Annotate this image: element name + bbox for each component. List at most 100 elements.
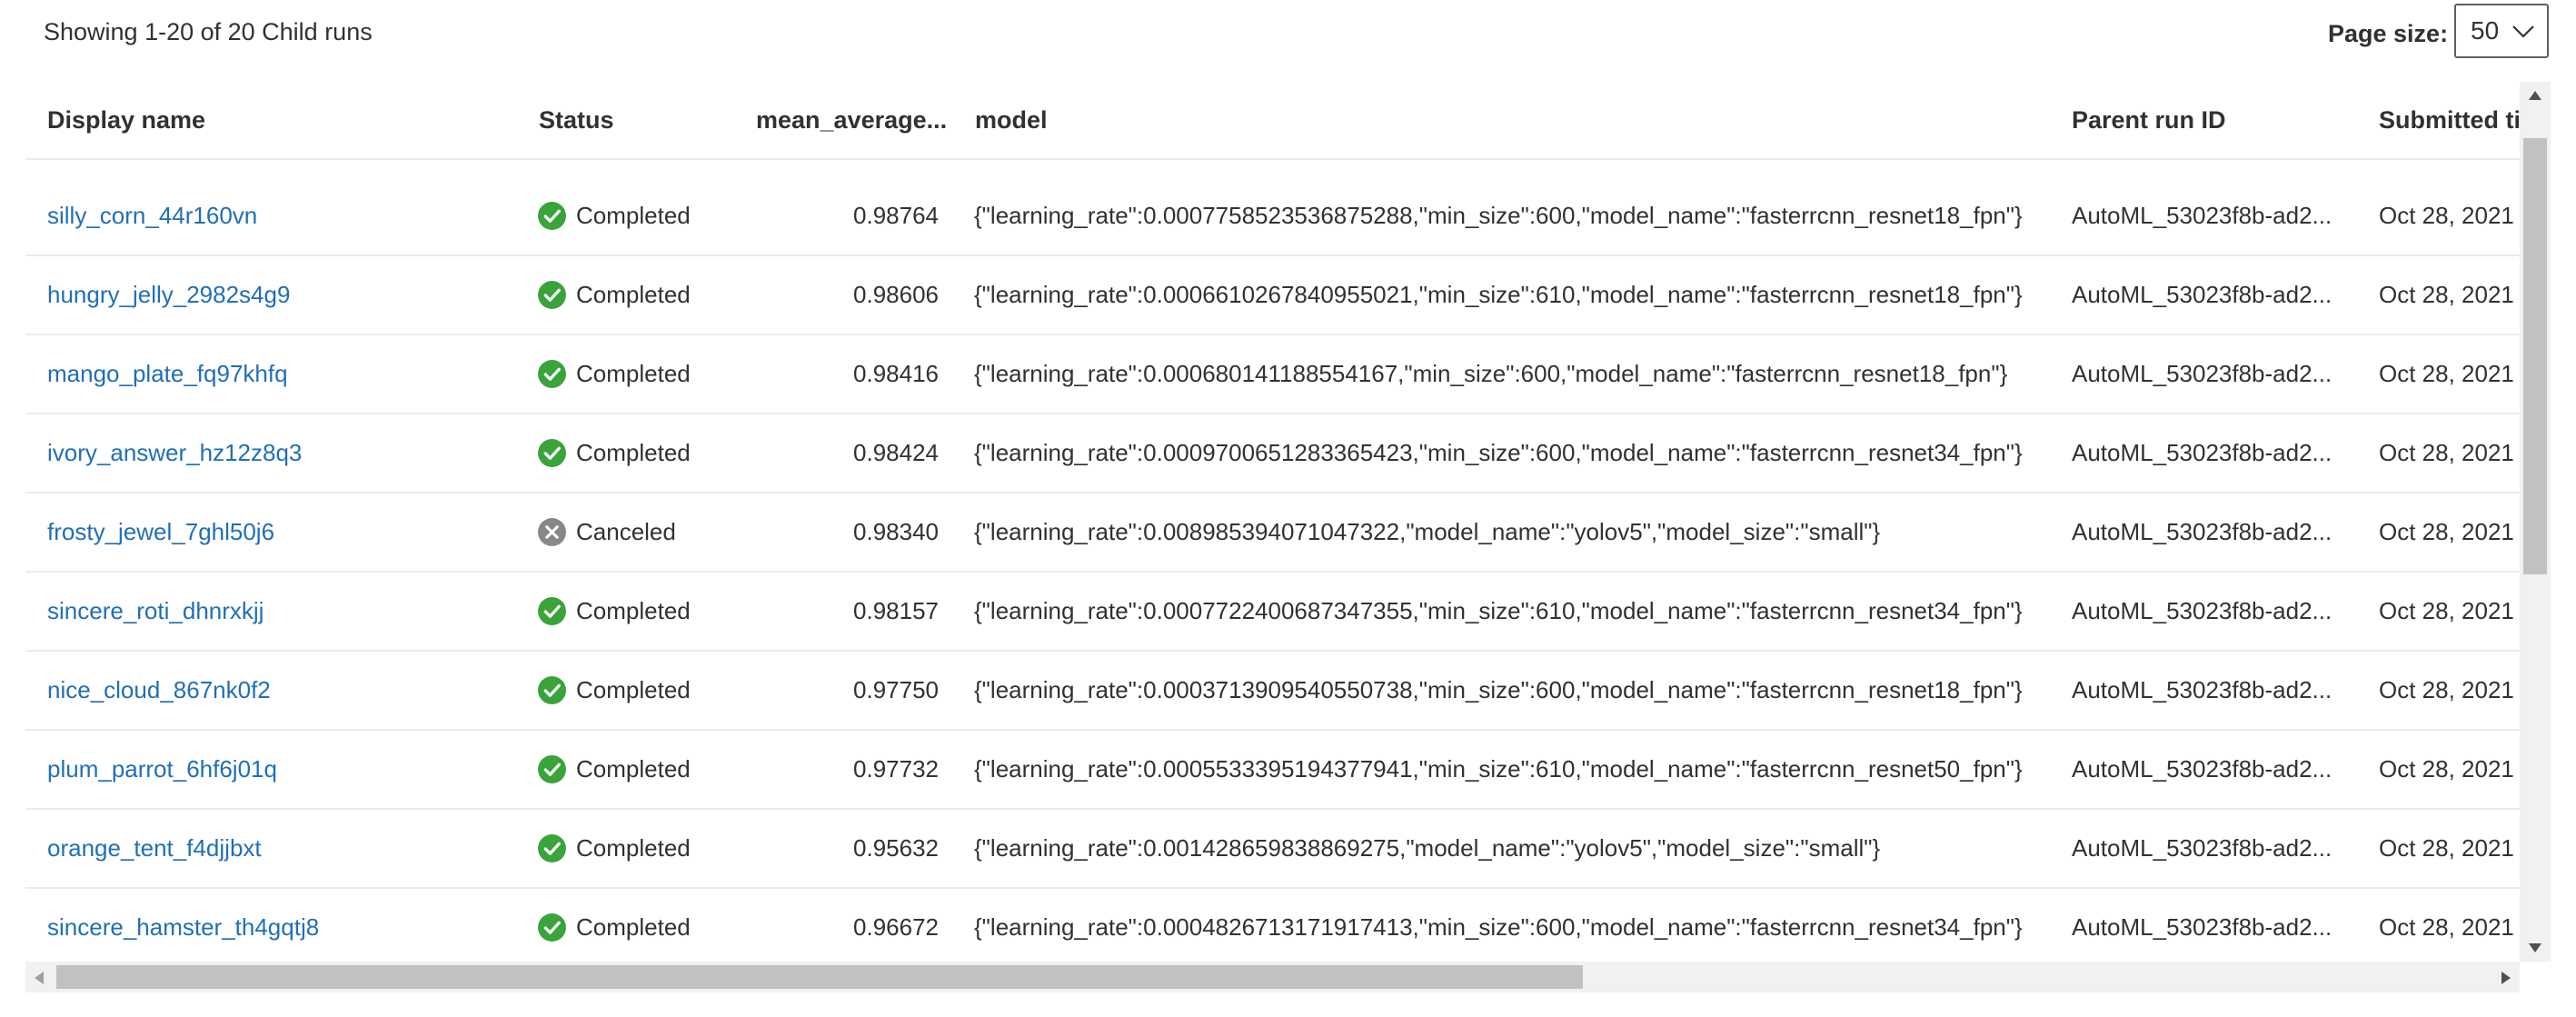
page-size-dropdown[interactable]: 50: [2454, 4, 2549, 58]
column-header-model[interactable]: model: [975, 82, 1520, 158]
column-header-mean-average[interactable]: mean_average...: [756, 82, 965, 158]
status-cell: Completed: [537, 651, 737, 729]
run-name-link[interactable]: orange_tent_f4djjbxt: [47, 834, 262, 862]
submitted-time-cell: Oct 28, 2021: [2379, 913, 2514, 941]
scroll-down-arrow-icon[interactable]: [2527, 942, 2543, 954]
run-name-link[interactable]: nice_cloud_867nk0f2: [47, 676, 271, 703]
parent-run-id-cell: AutoML_53023f8b-ad2...: [2072, 202, 2332, 229]
mean-average-cell: 0.97750: [853, 676, 939, 703]
model-cell: {"learning_rate":0.0007722400687347355,"…: [974, 597, 2023, 624]
display-name-cell: frosty_jewel_7ghl50j6: [47, 493, 520, 571]
display-name-cell: mango_plate_fq97khfq: [47, 334, 520, 413]
display-name-cell: ivory_answer_hz12z8q3: [47, 414, 520, 492]
display-name-cell: nice_cloud_867nk0f2: [47, 651, 520, 729]
model-cell: {"learning_rate":0.0004826713171917413,"…: [974, 913, 2023, 941]
model-cell: {"learning_rate":0.008985394071047322,"m…: [974, 518, 1881, 545]
status-cell: Completed: [537, 176, 737, 254]
table-row[interactable]: plum_parrot_6hf6j01q Completed 0.97732 {"le…: [25, 730, 2520, 810]
display-name-cell: sincere_roti_dhnrxkjj: [47, 572, 520, 650]
run-name-link[interactable]: frosty_jewel_7ghl50j6: [47, 518, 274, 545]
submitted-time-cell: Oct 28, 2021: [2379, 281, 2514, 308]
parent-run-id-cell: AutoML_53023f8b-ad2...: [2072, 360, 2332, 387]
model-cell: {"learning_rate":0.0007758523536875288,"…: [974, 202, 2023, 229]
success-check-icon: [538, 833, 566, 862]
run-name-link[interactable]: plum_parrot_6hf6j01q: [47, 755, 277, 783]
run-name-link[interactable]: mango_plate_fq97khfq: [47, 360, 288, 387]
table-row[interactable]: ivory_answer_hz12z8q3 Completed 0.98424 {"l…: [25, 414, 2520, 494]
results-summary: Showing 1-20 of 20 Child runs: [44, 18, 373, 45]
submitted-time-cell: Oct 28, 2021: [2379, 360, 2514, 387]
horizontal-scroll-thumb[interactable]: [56, 965, 1583, 989]
run-name-link[interactable]: silly_corn_44r160vn: [47, 202, 257, 229]
display-name-cell: hungry_jelly_2982s4g9: [47, 255, 520, 334]
column-header-parent-run-id[interactable]: Parent run ID: [2072, 82, 2362, 158]
submitted-time-cell: Oct 28, 2021: [2379, 439, 2514, 466]
mean-average-cell: 0.96672: [853, 913, 939, 941]
mean-average-cell: 0.98340: [853, 518, 939, 545]
parent-run-id-cell: AutoML_53023f8b-ad2...: [2072, 913, 2332, 941]
canceled-x-icon: [538, 517, 566, 546]
column-header-submitted-time[interactable]: Submitted ti: [2379, 82, 2520, 158]
success-check-icon: [538, 438, 566, 467]
success-check-icon: [538, 359, 566, 388]
display-name-cell: silly_corn_44r160vn: [47, 176, 520, 254]
vertical-scroll-thumb[interactable]: [2523, 138, 2547, 574]
mean-average-cell: 0.97732: [853, 755, 939, 783]
table-row[interactable]: frosty_jewel_7ghl50j6 Canceled 0.98340 {"le…: [25, 493, 2520, 573]
status-cell: Completed: [537, 809, 737, 887]
success-check-icon: [538, 754, 566, 783]
display-name-cell: orange_tent_f4djjbxt: [47, 809, 520, 887]
display-name-cell: sincere_hamster_th4gqtj8: [47, 888, 520, 962]
column-header-display-name[interactable]: Display name: [47, 82, 520, 158]
status-cell: Completed: [537, 334, 737, 413]
scroll-left-arrow-icon[interactable]: [33, 970, 45, 986]
page-size-value: 50: [2471, 16, 2500, 45]
run-name-link[interactable]: ivory_answer_hz12z8q3: [47, 439, 302, 466]
parent-run-id-cell: AutoML_53023f8b-ad2...: [2072, 755, 2332, 783]
parent-run-id-cell: AutoML_53023f8b-ad2...: [2072, 439, 2332, 466]
status-text: Canceled: [576, 518, 676, 545]
vertical-scrollbar[interactable]: [2520, 82, 2551, 962]
run-name-link[interactable]: hungry_jelly_2982s4g9: [47, 281, 290, 308]
table-row[interactable]: sincere_hamster_th4gqtj8 Completed 0.96672…: [25, 888, 2520, 962]
run-name-link[interactable]: sincere_hamster_th4gqtj8: [47, 913, 319, 941]
status-text: Completed: [576, 913, 691, 941]
submitted-time-cell: Oct 28, 2021: [2379, 202, 2514, 229]
status-text: Completed: [576, 439, 691, 466]
scroll-up-arrow-icon[interactable]: [2527, 89, 2543, 102]
table-row[interactable]: hungry_jelly_2982s4g9 Completed 0.98606 {"l…: [25, 255, 2520, 335]
status-cell: Canceled: [537, 493, 737, 571]
table-row[interactable]: sincere_roti_dhnrxkjj Completed 0.98157 {"l…: [25, 572, 2520, 652]
page-size-label: Page size:: [2328, 20, 2449, 47]
status-text: Completed: [576, 676, 691, 703]
model-cell: {"learning_rate":0.000680141188554167,"m…: [974, 360, 2008, 387]
submitted-time-cell: Oct 28, 2021: [2379, 834, 2514, 862]
success-check-icon: [538, 912, 566, 942]
mean-average-cell: 0.98424: [853, 439, 939, 466]
status-cell: Completed: [537, 730, 737, 808]
parent-run-id-cell: AutoML_53023f8b-ad2...: [2072, 597, 2332, 624]
mean-average-cell: 0.95632: [853, 834, 939, 862]
display-name-cell: plum_parrot_6hf6j01q: [47, 730, 520, 808]
status-cell: Completed: [537, 572, 737, 650]
success-check-icon: [538, 201, 566, 230]
chevron-down-icon: [2512, 25, 2534, 38]
column-header-status[interactable]: Status: [539, 82, 739, 158]
table-row[interactable]: mango_plate_fq97khfq Completed 0.98416 {"le…: [25, 334, 2520, 414]
table-row[interactable]: nice_cloud_867nk0f2 Completed 0.97750 {"lea…: [25, 651, 2520, 731]
model-cell: {"learning_rate":0.0006610267840955021,"…: [974, 281, 2023, 308]
table-row[interactable]: silly_corn_44r160vn Completed 0.98764 {"lea…: [25, 176, 2520, 256]
success-check-icon: [538, 675, 566, 704]
child-runs-grid: Display name Status mean_average... mode…: [25, 82, 2520, 962]
status-text: Completed: [576, 834, 691, 862]
model-cell: {"learning_rate":0.0003713909540550738,"…: [974, 676, 2023, 703]
submitted-time-cell: Oct 28, 2021: [2379, 518, 2514, 545]
status-text: Completed: [576, 755, 691, 783]
model-cell: {"learning_rate":0.0009700651283365423,"…: [974, 439, 2023, 466]
parent-run-id-cell: AutoML_53023f8b-ad2...: [2072, 518, 2332, 545]
scroll-right-arrow-icon[interactable]: [2500, 970, 2512, 986]
table-row[interactable]: orange_tent_f4djjbxt Completed 0.95632 {"le…: [25, 809, 2520, 889]
run-name-link[interactable]: sincere_roti_dhnrxkjj: [47, 597, 264, 624]
horizontal-scrollbar[interactable]: [25, 962, 2520, 992]
mean-average-cell: 0.98416: [853, 360, 939, 387]
